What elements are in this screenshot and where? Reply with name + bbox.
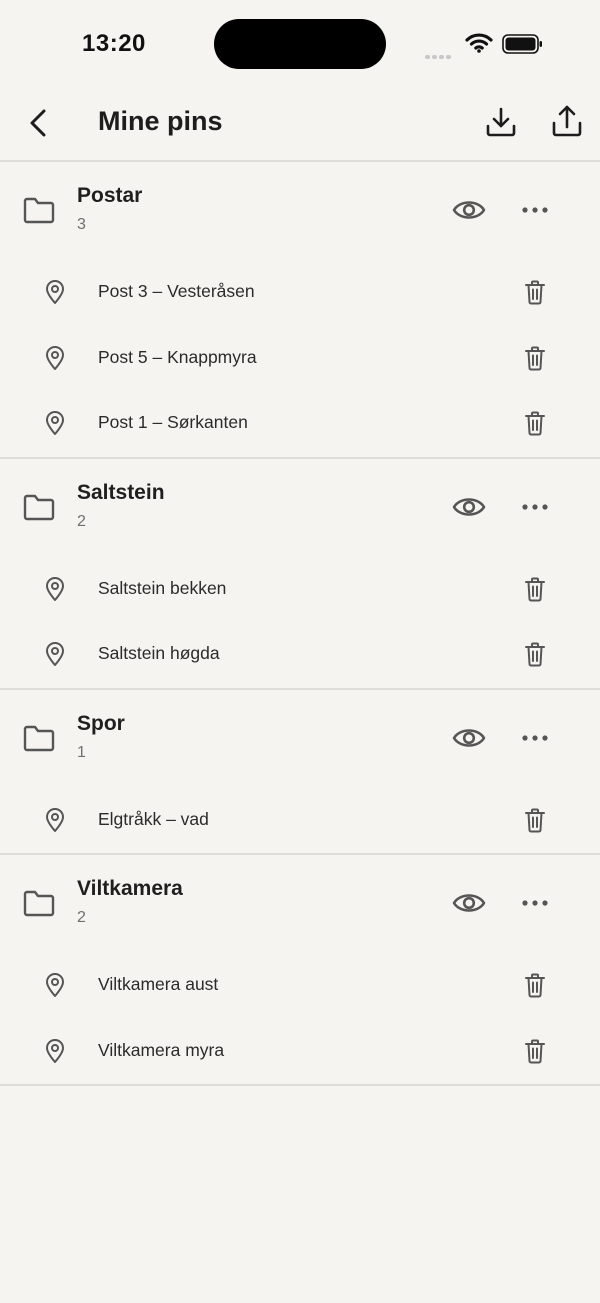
map-pin-icon — [46, 807, 64, 832]
pin-label: Elgtråkk – vad — [98, 808, 209, 829]
pin-item[interactable]: Elgtråkk – vad — [0, 788, 600, 854]
trash-icon[interactable] — [523, 279, 547, 305]
pin-label: Viltkamera myra — [98, 1039, 225, 1060]
more-options-icon[interactable] — [520, 200, 550, 220]
group-name: Viltkamera — [77, 877, 183, 900]
group-count: 1 — [77, 743, 86, 761]
pin-label: Saltstein bekken — [98, 577, 227, 598]
pin-item[interactable]: Viltkamera myra — [0, 1019, 600, 1085]
pin-label: Saltstein høgda — [98, 643, 220, 663]
group-name: Postar — [77, 184, 143, 207]
map-pin-icon — [46, 411, 64, 435]
trash-icon[interactable] — [523, 345, 547, 371]
status-time: 13:20 — [82, 30, 146, 57]
dynamic-island — [214, 19, 386, 69]
folder-icon — [23, 890, 55, 917]
trash-icon[interactable] — [523, 576, 547, 602]
status-bar: 13:20 — [0, 0, 600, 88]
pin-item[interactable]: Saltstein høgda — [0, 622, 600, 688]
group-name: Saltstein — [77, 480, 165, 504]
pin-groups-list: Postar 3 Post 3 – Vesteråsen Post 5 – Knapp… — [0, 162, 600, 1086]
pin-item[interactable]: Post 1 – Sørkanten — [0, 391, 600, 457]
trash-icon[interactable] — [523, 410, 547, 436]
trash-icon[interactable] — [523, 807, 547, 833]
battery-icon — [502, 34, 542, 54]
group-name: Spor — [77, 711, 125, 735]
eye-icon[interactable] — [452, 492, 486, 522]
group-header[interactable]: Saltstein 2 — [0, 459, 600, 557]
trash-icon[interactable] — [523, 641, 547, 667]
eye-icon[interactable] — [452, 723, 486, 753]
folder-icon — [23, 725, 55, 751]
trash-icon[interactable] — [523, 972, 547, 998]
map-pin-icon — [46, 280, 64, 304]
eye-icon[interactable] — [452, 195, 486, 225]
group-count: 2 — [77, 512, 86, 530]
folder-icon — [23, 197, 55, 224]
share-icon[interactable] — [550, 103, 584, 139]
pin-group: Postar 3 Post 3 – Vesteråsen Post 5 – Knapp… — [0, 162, 600, 459]
group-header[interactable]: Viltkamera 2 — [0, 855, 600, 953]
more-options-icon[interactable] — [520, 893, 550, 913]
map-pin-icon — [46, 973, 64, 997]
pin-group: Viltkamera 2 Viltkamera aust Viltkamera myr… — [0, 855, 600, 1086]
pin-group: Saltstein 2 Saltstein bekken Saltstein høgd… — [0, 459, 600, 690]
group-count: 3 — [77, 216, 86, 233]
page-title: Mine pins — [98, 106, 223, 136]
pin-label: Post 1 – Sørkanten — [98, 412, 248, 432]
wifi-icon — [465, 33, 493, 53]
back-arrow-icon[interactable] — [22, 106, 56, 140]
header-bar: Mine pins — [0, 88, 600, 162]
more-options-icon[interactable] — [520, 728, 550, 748]
pin-label: Post 3 – Vesteråsen — [98, 281, 255, 301]
pin-item[interactable]: Post 5 – Knappmyra — [0, 326, 600, 392]
pin-label: Viltkamera aust — [98, 974, 219, 994]
pin-group: Spor 1 Elgtråkk – vad — [0, 690, 600, 855]
trash-icon[interactable] — [523, 1038, 547, 1064]
more-options-icon[interactable] — [520, 497, 550, 517]
signal-icon — [425, 46, 453, 64]
eye-icon[interactable] — [452, 888, 486, 918]
map-pin-icon — [46, 642, 64, 666]
map-pin-icon — [46, 345, 64, 370]
pin-label: Post 5 – Knappmyra — [98, 346, 257, 367]
group-header[interactable]: Spor 1 — [0, 690, 600, 788]
group-count: 2 — [77, 909, 86, 926]
pin-item[interactable]: Viltkamera aust — [0, 953, 600, 1019]
map-pin-icon — [46, 1038, 64, 1063]
download-icon[interactable] — [484, 105, 518, 139]
pin-item[interactable]: Saltstein bekken — [0, 557, 600, 623]
group-header[interactable]: Postar 3 — [0, 162, 600, 260]
map-pin-icon — [46, 576, 64, 601]
pin-item[interactable]: Post 3 – Vesteråsen — [0, 260, 600, 326]
folder-icon — [23, 494, 55, 520]
